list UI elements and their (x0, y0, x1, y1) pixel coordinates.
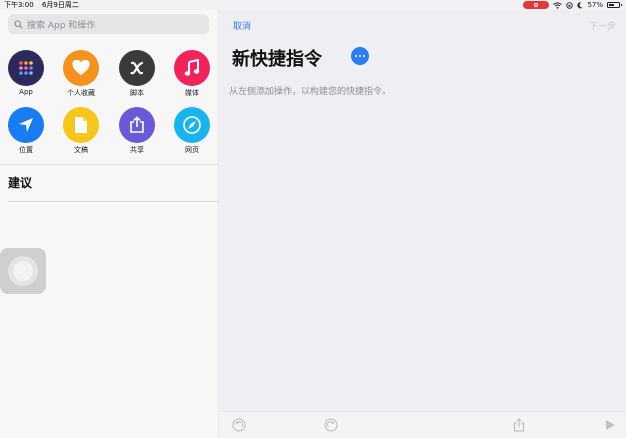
actions-sidebar: 搜索 App 和操作 App 个人收藏 脚本 媒体 位置 文稿 共享 网页 建议 (0, 10, 219, 438)
category-label: 个人收藏 (67, 89, 95, 97)
ellipsis-dot (358, 54, 362, 58)
battery-percent: 57% (587, 1, 603, 9)
category-label: App (19, 88, 33, 96)
document-icon (63, 107, 99, 143)
bottom-toolbar (220, 411, 626, 438)
category-label: 网页 (185, 146, 199, 154)
run-button[interactable] (603, 418, 617, 432)
category-sharing[interactable]: 共享 (117, 107, 157, 155)
category-scripting[interactable]: 脚本 (117, 50, 157, 98)
play-icon (606, 420, 615, 430)
suggestions-title: 建议 (8, 176, 33, 190)
category-label: 位置 (19, 146, 33, 154)
category-web[interactable]: 网页 (172, 107, 212, 155)
category-location[interactable]: 位置 (6, 107, 46, 155)
status-right: 57% (523, 0, 622, 10)
category-label: 共享 (130, 146, 144, 154)
status-date: 6月9日周二 (41, 1, 79, 9)
category-media[interactable]: 媒体 (172, 50, 212, 98)
search-icon (14, 19, 23, 29)
assistive-touch-center (13, 261, 33, 281)
search-input[interactable]: 搜索 App 和操作 (8, 14, 209, 34)
undo-button[interactable] (232, 418, 246, 432)
heart-icon (63, 50, 99, 86)
assistive-touch-ring (8, 256, 38, 286)
shortcuts-app-screen: 下午3:00 6月9日周二 57% 搜索 App 和操作 App 个人收藏 脚本… (0, 0, 626, 438)
divider (8, 201, 219, 202)
undo-icon (232, 418, 246, 432)
battery-icon (607, 2, 622, 8)
wifi-icon (553, 1, 563, 9)
screen-recording-icon[interactable] (523, 1, 550, 9)
moon-icon (577, 1, 583, 8)
share-button[interactable] (512, 418, 526, 432)
category-app[interactable]: App (6, 50, 46, 96)
music-note-icon (174, 50, 210, 86)
ellipsis-dot (362, 54, 366, 58)
cancel-button[interactable]: 取消 (233, 19, 251, 32)
location-arrow-icon (8, 107, 44, 143)
ellipsis-icon (354, 54, 358, 58)
shortcut-title[interactable]: 新快捷指令 (232, 45, 322, 71)
next-button[interactable]: 下一步 (589, 19, 616, 32)
orientation-lock-icon (566, 1, 574, 9)
category-documents[interactable]: 文稿 (61, 107, 101, 155)
search-placeholder: 搜索 App 和操作 (27, 20, 96, 31)
status-bar: 下午3:00 6月9日周二 57% (0, 0, 626, 10)
assistive-touch-button[interactable] (0, 248, 46, 294)
category-label: 媒体 (185, 89, 199, 97)
shortcut-editor: 取消 下一步 新快捷指令 从左侧添加操作，以构建您的快捷指令。 (220, 10, 626, 438)
share-icon (119, 107, 155, 143)
app-grid-icon (8, 50, 44, 86)
redo-icon (324, 418, 338, 432)
compass-icon (174, 107, 210, 143)
status-left: 下午3:00 6月9日周二 (4, 0, 85, 10)
category-label: 脚本 (130, 89, 144, 97)
redo-button[interactable] (324, 418, 338, 432)
empty-hint: 从左侧添加操作，以构建您的快捷指令。 (229, 87, 392, 97)
category-label: 文稿 (74, 146, 88, 154)
more-options-button[interactable] (351, 47, 369, 65)
category-favorites[interactable]: 个人收藏 (61, 50, 101, 98)
share-icon (514, 418, 524, 432)
script-x-icon (119, 50, 155, 86)
divider (0, 164, 219, 165)
status-time: 下午3:00 (4, 1, 34, 9)
